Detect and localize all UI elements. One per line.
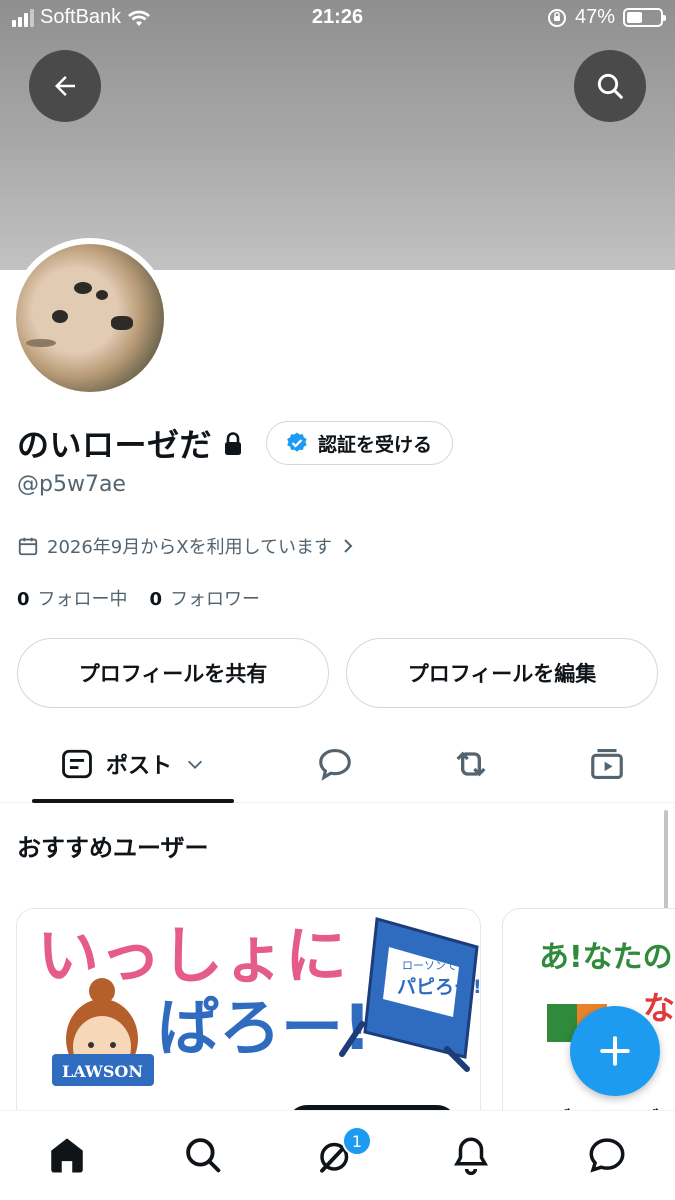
media-icon [591, 748, 623, 780]
bell-icon [453, 1137, 489, 1176]
profile-banner [0, 0, 675, 270]
following-count: 0 [17, 589, 30, 610]
avatar[interactable] [10, 238, 170, 398]
profile-name-row: のいローゼだ 認証を受ける [17, 420, 454, 466]
verified-badge-icon [287, 432, 307, 452]
card-banner-image: いっしょに ぱろー! ローソンで パピろー! LAWSON [17, 909, 480, 1099]
search-icon [186, 1138, 221, 1173]
nav-notifications[interactable] [449, 1133, 493, 1177]
user-handle: @p5w7ae [17, 472, 126, 497]
scrollbar[interactable] [664, 810, 668, 910]
nav-messages[interactable] [585, 1133, 629, 1177]
posts-icon [62, 749, 92, 779]
orientation-lock-icon [547, 8, 566, 27]
home-icon [51, 1138, 83, 1173]
notification-badge: 1 [342, 1126, 372, 1156]
banner-headline-2: ぱろー! [157, 991, 371, 1064]
joined-date[interactable]: 2026年9月からXを利用しています [17, 533, 356, 559]
get-verified-label: 認証を受ける [318, 433, 433, 456]
nav-home[interactable] [45, 1133, 89, 1177]
following-link[interactable]: 0 フォロー中 [17, 585, 128, 611]
following-label: フォロー中 [37, 589, 128, 610]
compose-post-button[interactable] [570, 1006, 660, 1096]
battery-icon [623, 8, 666, 27]
display-name: のいローゼだ [17, 426, 213, 464]
calendar-icon [18, 537, 38, 556]
avatar-image [16, 244, 164, 392]
repost-icon [456, 751, 486, 777]
tab-posts-label: ポスト [105, 754, 172, 779]
bag-text-2: パピろー! [397, 976, 481, 998]
profile-tabs: ポスト [0, 725, 675, 803]
tab-media[interactable] [572, 725, 642, 803]
share-profile-button[interactable]: プロフィールを共有 [17, 638, 329, 708]
follow-stats: 0 フォロー中 0 フォロワー [17, 585, 260, 611]
banner-headline-1: あ!なたの [539, 940, 673, 975]
banner-headline-1: いっしょに [37, 919, 347, 992]
followers-count: 0 [149, 589, 163, 610]
search-button[interactable] [574, 50, 646, 122]
joined-text: 2026年9月からXを利用しています [47, 537, 333, 558]
plus-icon [600, 1036, 630, 1066]
back-button[interactable] [29, 50, 101, 122]
get-verified-button[interactable]: 認証を受ける [266, 421, 454, 465]
followers-label: フォロワー [170, 589, 261, 610]
chevron-down-icon [187, 760, 203, 769]
active-tab-indicator [32, 799, 234, 803]
nav-explore[interactable] [181, 1133, 225, 1177]
tab-replies[interactable] [300, 725, 370, 803]
status-bar: SoftBank 21:26 47% [0, 0, 675, 38]
suggested-users-title: おすすめユーザー [17, 834, 209, 862]
bottom-navigation: 1 [0, 1110, 675, 1200]
reply-icon [319, 748, 351, 781]
tab-reposts[interactable] [436, 725, 506, 803]
chevron-right-icon [344, 539, 353, 553]
search-icon [597, 73, 623, 99]
lock-icon [225, 432, 242, 455]
followers-link[interactable]: 0 フォロワー [150, 585, 261, 611]
lawson-logo: LAWSON [62, 1062, 143, 1081]
edit-profile-button[interactable]: プロフィールを編集 [346, 638, 658, 708]
bag-text-1: ローソンで [402, 959, 457, 972]
battery-percent: 47% [574, 6, 615, 28]
tab-posts[interactable]: ポスト [32, 725, 234, 803]
message-icon [589, 1138, 625, 1173]
arrow-left-icon [55, 76, 75, 96]
